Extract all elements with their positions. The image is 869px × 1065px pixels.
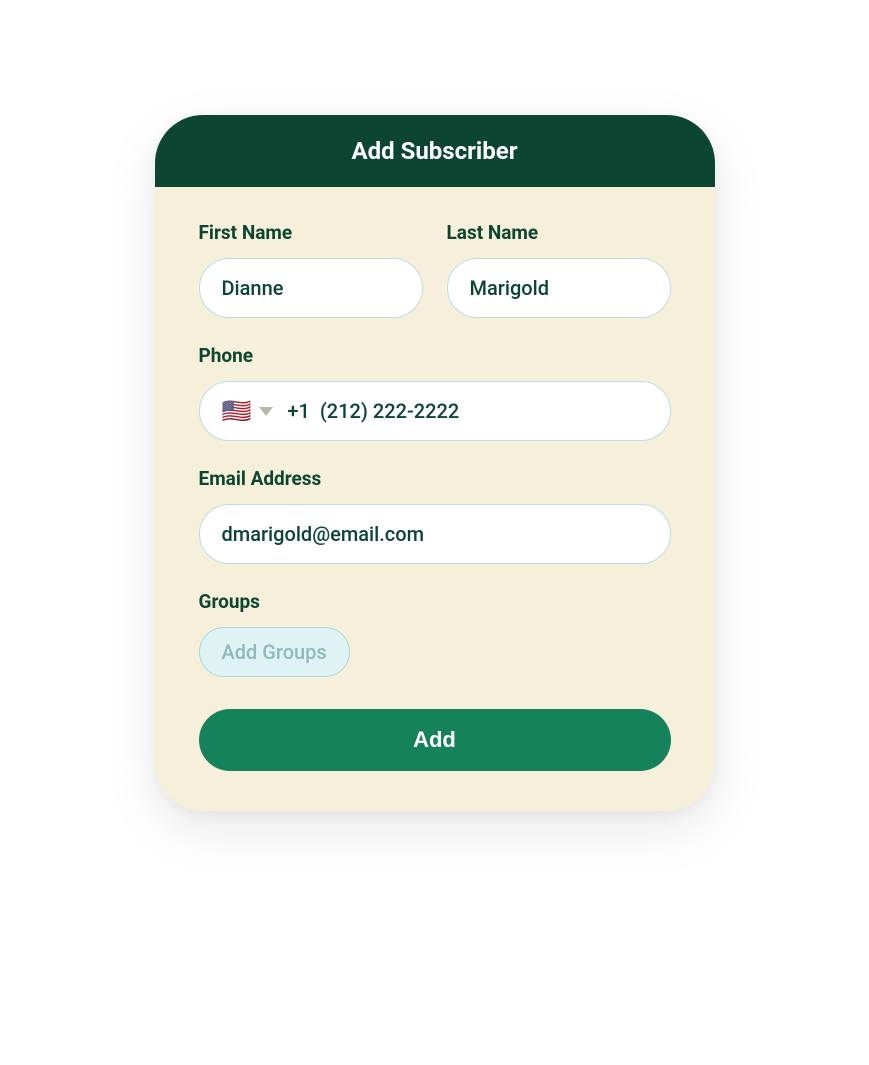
add-button[interactable]: Add	[199, 709, 671, 771]
phone-input[interactable]	[320, 399, 648, 423]
add-subscriber-card: Add Subscriber First Name Last Name Phon…	[155, 115, 715, 811]
add-groups-chip-label: Add Groups	[222, 640, 327, 664]
add-button-label: Add	[413, 727, 456, 752]
country-code-selector[interactable]: 🇺🇸	[222, 399, 274, 423]
first-name-input[interactable]	[222, 276, 400, 300]
phone-label: Phone	[199, 344, 671, 367]
groups-label: Groups	[199, 590, 671, 613]
card-body: First Name Last Name Phone 🇺🇸 +1	[155, 187, 715, 811]
chevron-down-icon	[259, 407, 273, 416]
card-header: Add Subscriber	[155, 115, 715, 187]
card-title: Add Subscriber	[351, 137, 517, 165]
phone-country-code: +1	[287, 399, 309, 423]
last-name-label: Last Name	[447, 221, 671, 244]
phone-input-wrapper[interactable]: 🇺🇸 +1	[199, 381, 671, 441]
flag-icon: 🇺🇸	[222, 399, 252, 423]
last-name-field: Last Name	[447, 221, 671, 318]
email-label: Email Address	[199, 467, 671, 490]
email-field: Email Address	[199, 467, 671, 564]
groups-field: Groups Add Groups	[199, 590, 671, 677]
first-name-label: First Name	[199, 221, 423, 244]
email-input-wrapper[interactable]	[199, 504, 671, 564]
last-name-input[interactable]	[470, 276, 648, 300]
last-name-input-wrapper[interactable]	[447, 258, 671, 318]
phone-field: Phone 🇺🇸 +1	[199, 344, 671, 441]
add-groups-chip[interactable]: Add Groups	[199, 627, 350, 677]
first-name-field: First Name	[199, 221, 423, 318]
first-name-input-wrapper[interactable]	[199, 258, 423, 318]
email-input[interactable]	[222, 522, 648, 546]
name-row: First Name Last Name	[199, 221, 671, 318]
